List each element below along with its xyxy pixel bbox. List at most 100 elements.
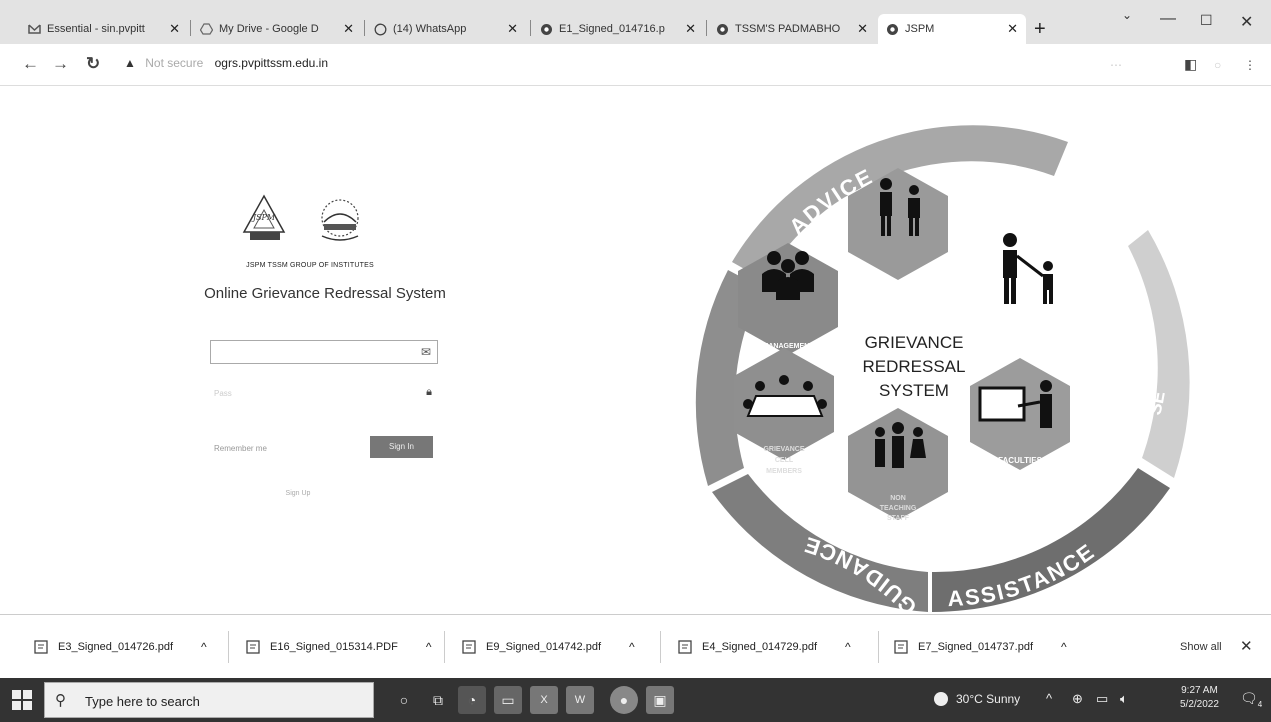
edge-icon[interactable]: ◔ [458, 686, 486, 714]
back-arrow-icon[interactable]: ← [22, 54, 39, 74]
group-name: JSPM TSSM GROUP OF INSTITUTES [246, 262, 374, 269]
weather-widget[interactable]: 30°C Sunny [934, 692, 1020, 706]
close-icon[interactable]: ✕ [857, 21, 868, 37]
center-title-line-1: GRIEVANCE [865, 333, 964, 352]
download-item[interactable]: E4_Signed_014729.pdf ^ [678, 615, 851, 679]
download-filename: E3_Signed_014726.pdf [58, 641, 173, 653]
sun-icon [934, 692, 948, 706]
globe-icon [540, 23, 553, 36]
profile-icon[interactable]: ○ [1214, 58, 1221, 72]
password-placeholder: Pass [214, 389, 232, 398]
side-panel-icon[interactable]: ◧ [1184, 56, 1197, 73]
system-clock[interactable]: 9:27 AM 5/2/2022 [1180, 684, 1219, 712]
hex-label-grievance-2: CELL [775, 457, 794, 464]
menu-kebab-icon[interactable]: ⋮ [1244, 58, 1256, 72]
download-item[interactable]: E7_Signed_014737.pdf ^ [894, 615, 1067, 679]
excel-icon[interactable]: X [530, 686, 558, 714]
svg-text:JSPM: JSPM [251, 213, 276, 222]
tab-title: Essential - sin.pvpitt [47, 23, 145, 35]
tab-jspm[interactable]: JSPM ✕ [878, 14, 1026, 44]
cortana-icon[interactable]: ○ [390, 686, 418, 714]
downloads-bar: E3_Signed_014726.pdf ^ E16_Signed_015314… [0, 614, 1271, 678]
chrome-icon[interactable]: ● [610, 686, 638, 714]
institute-logos: JSPM [240, 192, 380, 248]
page-title: Online Grievance Redressal System [204, 285, 446, 302]
weather-text: 30°C Sunny [956, 692, 1021, 706]
globe-icon [716, 23, 729, 36]
sign-up-link[interactable]: Sign Up [268, 490, 328, 497]
pdf-file-icon [246, 640, 260, 654]
maximize-icon[interactable]: ☐ [1200, 12, 1213, 29]
minimize-icon[interactable]: — [1160, 10, 1176, 28]
network-icon[interactable]: ⊕ [1072, 691, 1083, 707]
sign-in-button[interactable]: Sign In [370, 436, 433, 458]
reload-icon[interactable]: ↻ [86, 54, 100, 74]
volume-icon[interactable]: 🔈︎ [1120, 691, 1128, 707]
new-tab-plus-icon[interactable]: + [1034, 18, 1046, 41]
tab-separator [190, 20, 191, 36]
task-view-icon[interactable]: ⧉ [424, 686, 452, 714]
close-icon[interactable]: ✕ [343, 21, 354, 37]
tab-separator [706, 20, 707, 36]
close-icon[interactable]: ✕ [1240, 637, 1253, 655]
ring-label-support: SUPPORT [656, 322, 692, 448]
tab-whatsapp[interactable]: (14) WhatsApp ✕ [366, 14, 526, 44]
grievance-infographic: ADVICE SUPPORT GUIDANCE ASSISTANCE SE MA… [656, 125, 1190, 614]
chevron-up-icon[interactable]: ^ [1046, 691, 1052, 706]
chevron-up-icon[interactable]: ^ [845, 640, 851, 654]
word-icon[interactable]: W [566, 686, 594, 714]
show-all-button[interactable]: Show all [1180, 641, 1222, 653]
taskbar-search-box[interactable]: ⚲ Type here to search [44, 682, 374, 718]
chevron-up-icon[interactable]: ^ [1061, 640, 1067, 654]
download-separator [878, 631, 879, 663]
tab-gmail[interactable]: Essential - sin.pvpitt ✕ [20, 14, 188, 44]
battery-icon[interactable]: ▭ [1096, 691, 1108, 707]
url-text: ogrs.pvpittssm.edu.in [214, 56, 328, 70]
close-icon[interactable]: ✕ [1007, 21, 1018, 37]
close-icon[interactable]: ✕ [685, 21, 696, 37]
download-filename: E7_Signed_014737.pdf [918, 641, 1033, 653]
download-item[interactable]: E3_Signed_014726.pdf ^ [34, 615, 207, 679]
chevron-up-icon[interactable]: ^ [426, 640, 432, 654]
download-item[interactable]: E9_Signed_014742.pdf ^ [462, 615, 635, 679]
email-field[interactable]: ✉ [210, 340, 438, 364]
photos-icon[interactable]: ▣ [646, 686, 674, 714]
globe-icon [886, 23, 899, 36]
file-explorer-icon[interactable]: ▭ [494, 686, 522, 714]
download-separator [444, 631, 445, 663]
search-placeholder: Type here to search [85, 694, 200, 709]
pdf-file-icon [894, 640, 908, 654]
download-filename: E9_Signed_014742.pdf [486, 641, 601, 653]
forward-arrow-icon[interactable]: → [52, 54, 69, 74]
share-icon[interactable]: ⋯ [1110, 58, 1122, 72]
hex-label-faculties: FACULTIES [998, 456, 1043, 465]
windows-start-icon[interactable] [12, 690, 32, 710]
center-title-line-2: REDRESSAL [863, 357, 966, 376]
download-item[interactable]: E16_Signed_015314.PDF ^ [246, 615, 431, 679]
parent-child-icon [1003, 233, 1053, 304]
pdf-file-icon [462, 640, 476, 654]
close-window-icon[interactable]: ✕ [1240, 12, 1253, 32]
notification-icon[interactable]: 🗨︎4 [1240, 690, 1262, 709]
tab-tssm[interactable]: TSSM'S PADMABHO ✕ [708, 14, 876, 44]
whatsapp-icon [374, 23, 387, 36]
envelope-icon: ✉ [420, 345, 431, 359]
tab-e1-signed[interactable]: E1_Signed_014716.p ✕ [532, 14, 704, 44]
security-label: Not secure [145, 56, 204, 70]
chevron-up-icon[interactable]: ^ [201, 640, 207, 654]
chevron-up-icon[interactable]: ^ [629, 640, 635, 654]
hex-label-non-teaching-2: TEACHING [880, 505, 917, 512]
password-field[interactable]: Pass 🔒︎ [210, 382, 438, 406]
close-icon[interactable]: ✕ [169, 21, 180, 37]
close-icon[interactable]: ✕ [507, 21, 518, 37]
center-title-line-3: SYSTEM [879, 381, 949, 400]
search-icon: ⚲ [55, 692, 66, 709]
tab-search-chevron-icon[interactable]: ⌄ [1122, 8, 1132, 22]
hex-label-grievance-1: GRIEVANCE [763, 446, 804, 453]
tab-google-drive[interactable]: My Drive - Google D ✕ [192, 14, 362, 44]
tab-title: JSPM [905, 23, 935, 35]
address-bar[interactable]: ▲ Not secure ogrs.pvpittssm.edu.in [124, 56, 328, 70]
download-separator [660, 631, 661, 663]
clock-date: 5/2/2022 [1180, 699, 1219, 710]
remember-me-label[interactable]: Remember me [214, 444, 267, 453]
